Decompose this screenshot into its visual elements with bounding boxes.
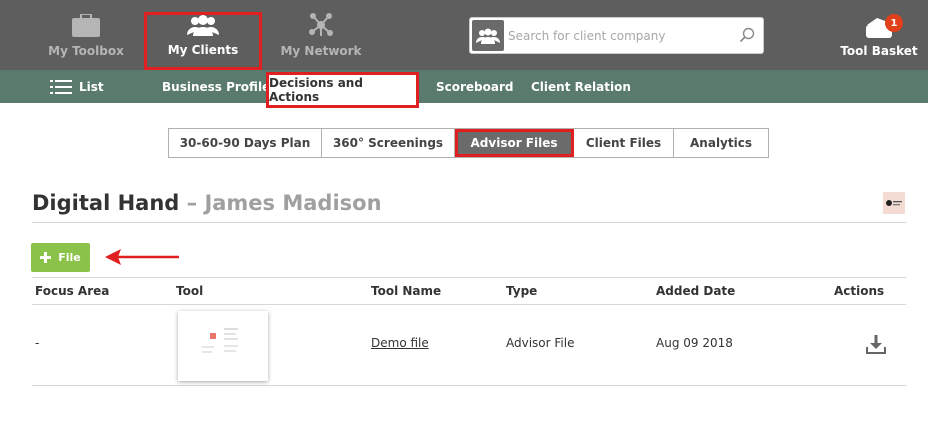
tab-30-60-90-days-plan[interactable]: 30-60-90 Days Plan <box>169 129 322 157</box>
tab-analytics[interactable]: Analytics <box>674 129 768 157</box>
tool-basket[interactable]: 1 Tool Basket <box>840 0 918 70</box>
briefcase-icon <box>72 14 100 37</box>
title-divider <box>32 222 906 223</box>
row-focus-area: - <box>35 336 40 350</box>
company-name: Digital Hand <box>32 191 180 215</box>
page-title: Digital Hand – James Madison <box>32 191 382 215</box>
col-type: Type <box>506 284 538 298</box>
nav-my-clients-label: My Clients <box>167 43 239 57</box>
search-icon[interactable] <box>739 27 755 43</box>
search-input[interactable] <box>508 21 728 50</box>
row-added-date: Aug 09 2018 <box>656 336 733 350</box>
tool-basket-label: Tool Basket <box>840 44 918 58</box>
tab-360-screenings[interactable]: 360° Screenings <box>322 129 455 157</box>
title-separator: – <box>179 191 205 215</box>
download-icon[interactable] <box>866 334 886 354</box>
basket-count-badge: 1 <box>885 14 903 32</box>
top-navigation-bar: My Toolbox My Clients My Network Search … <box>0 0 928 70</box>
nav-my-toolbox[interactable]: My Toolbox <box>48 0 124 70</box>
tab-advisor-files[interactable]: Advisor Files <box>455 129 574 157</box>
tool-thumbnail[interactable] <box>178 311 268 381</box>
company-logo <box>883 192 905 214</box>
list-label: List <box>79 79 104 94</box>
plus-icon <box>40 252 52 263</box>
list-icon <box>50 79 72 94</box>
table-row: - Demo file Advisor File Aug 09 2018 <box>32 305 906 386</box>
search-people-icon[interactable] <box>472 20 504 51</box>
col-focus-area: Focus Area <box>35 284 110 298</box>
col-tool: Tool <box>176 284 204 298</box>
subnav-business-profile[interactable]: Business Profile <box>162 70 270 103</box>
add-file-button[interactable]: File <box>31 243 90 272</box>
file-tabs: 30-60-90 Days Plan 360° Screenings Advis… <box>168 128 769 158</box>
subnav-decisions-and-actions[interactable]: Decisions and Actions <box>266 72 419 108</box>
client-sub-navigation: List Business Profile Decisions and Acti… <box>0 70 928 108</box>
people-group-icon <box>187 15 219 36</box>
subnav-scoreboard[interactable]: Scoreboard <box>436 70 514 103</box>
add-file-label: File <box>58 251 81 264</box>
subnav-client-relation[interactable]: Client Relation <box>531 70 631 103</box>
tool-name-link[interactable]: Demo file <box>371 336 429 350</box>
nav-my-toolbox-label: My Toolbox <box>48 44 124 58</box>
nav-my-network-label: My Network <box>280 44 362 58</box>
col-tool-name: Tool Name <box>371 284 442 298</box>
pointer-arrow-icon <box>105 249 179 265</box>
col-actions: Actions <box>834 284 885 298</box>
col-added-date: Added Date <box>656 284 736 298</box>
tab-client-files[interactable]: Client Files <box>574 129 674 157</box>
files-table-header: Focus Area Tool Tool Name Type Added Dat… <box>32 277 906 305</box>
nav-my-clients[interactable]: My Clients <box>144 12 262 70</box>
list-view-toggle[interactable]: List <box>50 70 104 103</box>
row-type: Advisor File <box>506 336 575 350</box>
client-name: James Madison <box>204 191 382 215</box>
client-search-box <box>469 17 764 54</box>
network-icon <box>309 13 333 36</box>
nav-my-network[interactable]: My Network <box>280 0 362 70</box>
